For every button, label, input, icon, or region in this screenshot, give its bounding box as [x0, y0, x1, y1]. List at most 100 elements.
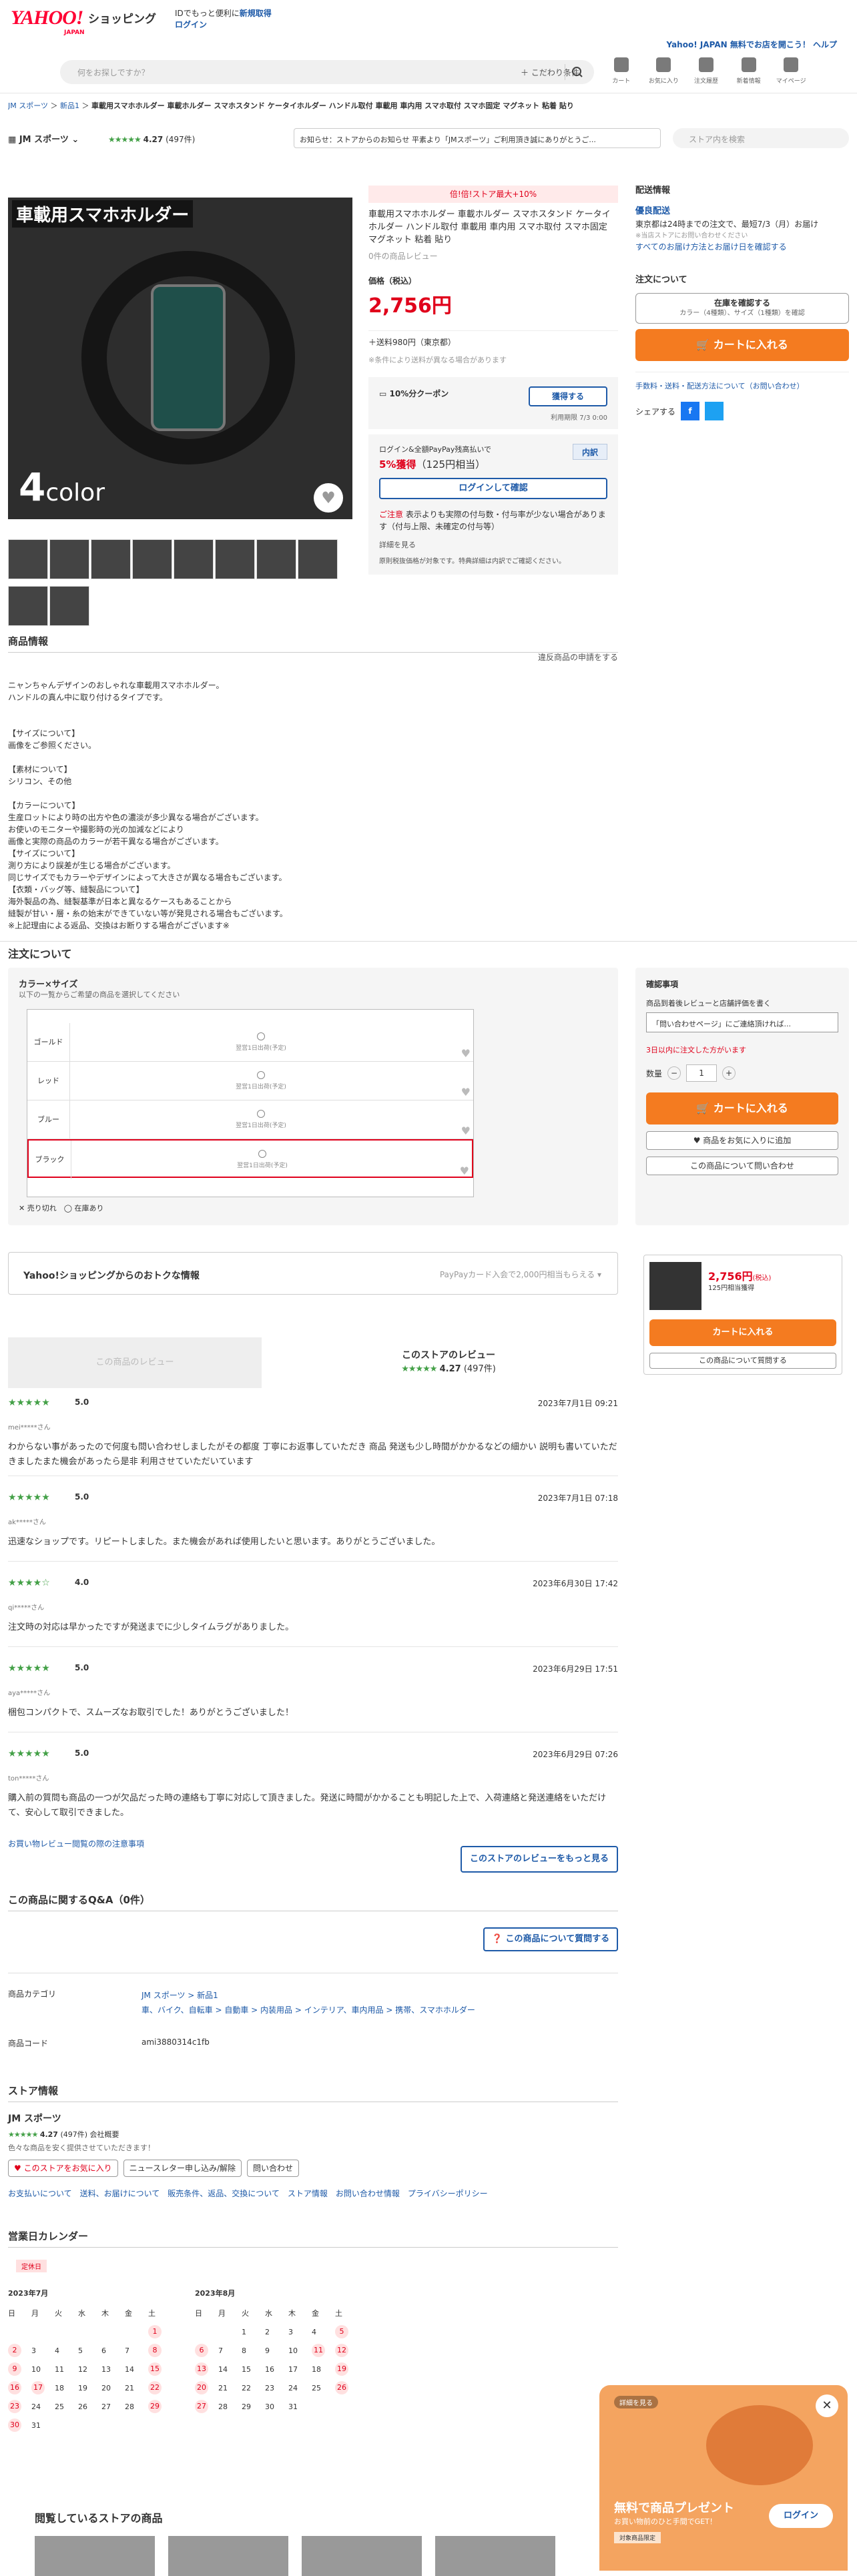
store-info-type[interactable]: 会社概要	[90, 2130, 119, 2139]
thumbnail[interactable]	[215, 539, 255, 579]
cart-nav[interactable]: カート	[606, 57, 637, 85]
thumbnail[interactable]	[8, 539, 48, 579]
points-detail-button[interactable]: 内訳	[573, 444, 607, 460]
variation-row[interactable]: レッド 翌営1日出荷(予定) ♥	[27, 1062, 473, 1100]
viewed-item[interactable]	[35, 2536, 155, 2576]
fee-link[interactable]: 手数料・送料・配送方法について（お問い合わせ）	[635, 372, 849, 391]
weekday: 月	[31, 2309, 39, 2318]
breadcrumb-category[interactable]: 新品1	[60, 101, 79, 110]
store-review-summary: このストアのレビュー ★★★★★ 4.27 (497件)	[288, 1348, 609, 1374]
share-label: シェアする	[635, 406, 676, 416]
thumbnail[interactable]	[298, 539, 338, 579]
mini-cart-button[interactable]: カートに入れる	[649, 1319, 836, 1346]
variation-row-selected[interactable]: ブラック 翌営1日出荷(予定) ♥	[27, 1139, 473, 1179]
viewed-item[interactable]	[302, 2536, 422, 2576]
add-favorite-button[interactable]: ♥ 商品をお気に入りに追加	[646, 1131, 838, 1150]
store-campaign-badge[interactable]: 倍!倍!ストア最大+10%	[368, 186, 618, 203]
product-review-count[interactable]: 0件の商品レビュー	[368, 250, 618, 262]
search-icon[interactable]	[565, 64, 589, 80]
category-link-1[interactable]: JM スポーツ > 新品1	[141, 1991, 218, 2000]
login-link[interactable]: ログイン	[175, 20, 207, 29]
heart-icon[interactable]: ♥	[460, 1165, 469, 1177]
thumbnail[interactable]	[132, 539, 172, 579]
heart-icon[interactable]: ♥	[461, 1047, 471, 1060]
search-bar[interactable]: 何をお探しですか？ ＋ こだわり条件	[60, 60, 594, 84]
header-right-link[interactable]: Yahoo! JAPAN 無料でお店を開こう！ ヘルプ	[667, 39, 838, 50]
store-name[interactable]: ▦ JM スポーツ ⌄	[8, 132, 79, 145]
viewed-item[interactable]	[168, 2536, 288, 2576]
thumbnail[interactable]	[49, 539, 89, 579]
history-nav[interactable]: 注文履歴	[691, 57, 722, 85]
store-notice[interactable]: お知らせ：ストアからのお知らせ 平素より「JMスポーツ」ご利用頂き誠にありがとう…	[294, 128, 661, 148]
review-notice-link[interactable]: お買い物レビュー閲覧の際の注意事項	[8, 1838, 144, 1849]
search-input[interactable]: 何をお探しですか？	[77, 67, 150, 78]
viewed-item[interactable]	[435, 2536, 555, 2576]
shipping-note: ※条件により送料が異なる場合があります	[368, 356, 507, 364]
signup-link[interactable]: 新規取得	[240, 9, 272, 18]
close-icon[interactable]: ✕	[816, 2394, 838, 2417]
get-coupon-button[interactable]: 獲得する	[529, 386, 607, 406]
cart-nav-label: カート	[612, 78, 631, 85]
review-score: 5.0	[75, 1748, 89, 1758]
quantity-input[interactable]: 1	[686, 1064, 718, 1082]
confirm-select[interactable]: 「問い合わせページ」にご連絡頂ければ...	[646, 1012, 838, 1032]
product-review-tab[interactable]: この商品のレビュー	[8, 1337, 262, 1388]
newsletter-button[interactable]: ニュースレター申し込み/解除	[123, 2160, 242, 2177]
store-info-name[interactable]: JM スポーツ	[8, 2112, 618, 2125]
radio-icon[interactable]	[258, 1150, 266, 1158]
heart-icon[interactable]: ♥	[461, 1124, 471, 1137]
store-search-input[interactable]: ストア内を検索	[673, 128, 849, 148]
check-stock-button[interactable]: 在庫を確認する カラー（4種類）、サイズ（1種類）を確認	[635, 293, 849, 324]
shopping-title[interactable]: ショッピング	[88, 9, 156, 26]
news-nav[interactable]: 新着情報	[734, 57, 764, 85]
yahoo-logo[interactable]: YAHOO!	[11, 7, 83, 29]
favorite-heart-icon[interactable]: ♥	[314, 483, 343, 513]
variation-row[interactable]: ゴールド 翌営1日出荷(予定) ♥	[27, 1023, 473, 1062]
thumbnail[interactable]	[256, 539, 296, 579]
store-info-value: 4.27	[39, 2130, 58, 2139]
mini-ask-button[interactable]: この商品について質問する	[649, 1353, 836, 1369]
category-link-2[interactable]: 車、バイク、自転車 > 自動車 > 内装用品 > インテリア、車内用品 > 携帯…	[141, 2005, 475, 2015]
more-reviews-button[interactable]: このストアのレビューをもっと見る	[461, 1846, 618, 1873]
favorite-nav[interactable]: お気に入り	[649, 57, 679, 85]
popup-login-button[interactable]: ログイン	[769, 2504, 833, 2528]
store-favorite-button[interactable]: ♥ このストアをお気に入り	[8, 2160, 118, 2177]
store-rating[interactable]: ★★★★★ 4.27 (497件)	[108, 133, 195, 145]
report-link[interactable]: 違反商品の申請をする	[538, 651, 618, 663]
product-title: 車載用スマホホルダー 車載ホルダー スマホスタンド ケータイホルダー ハンドル取…	[368, 210, 611, 245]
radio-icon[interactable]	[257, 1032, 265, 1040]
plus-button[interactable]: +	[722, 1066, 736, 1080]
points-detail-link[interactable]: 詳細を見る	[379, 539, 607, 550]
facebook-icon[interactable]: f	[681, 402, 700, 420]
deals-box[interactable]: Yahoo!ショッピングからのおトクな情報 PayPayカード入会で2,000円…	[8, 1252, 618, 1295]
heart-icon[interactable]: ♥	[461, 1086, 471, 1098]
breadcrumb-store[interactable]: JM スポーツ	[8, 101, 48, 110]
review-text: わからない事があったので何度も問い合わせしましたがその都度 丁寧にお返事していた…	[8, 1442, 617, 1467]
add-to-cart-label: カートに入れる	[713, 338, 788, 351]
minus-button[interactable]: −	[667, 1066, 681, 1080]
store-rating-count: (497件)	[166, 135, 196, 144]
store-contact-button[interactable]: 問い合わせ	[247, 2160, 300, 2177]
delivery-all-link[interactable]: すべてのお届け方法とお届け日を確認する	[635, 242, 787, 252]
mypage-nav[interactable]: マイページ	[776, 57, 806, 85]
ask-product-button[interactable]: この商品について問い合わせ	[646, 1157, 838, 1175]
thumbnail[interactable]	[91, 539, 131, 579]
login-confirm-button[interactable]: ログインして確認	[379, 478, 607, 499]
promo-popup[interactable]: 詳細を見る ✕ 無料で商品プレゼント お買い物前のひと手間でGET！ 対象商品限…	[599, 2385, 848, 2571]
radio-icon[interactable]	[257, 1071, 265, 1079]
add-to-cart-button-2[interactable]: 🛒 カートに入れる	[646, 1092, 838, 1124]
variation-row[interactable]: ブルー 翌営1日出荷(予定) ♥	[27, 1100, 473, 1139]
product-main-image[interactable]: 車載用スマホホルダー 4color ♥	[8, 198, 352, 519]
thumbnail[interactable]	[8, 586, 48, 626]
radio-icon[interactable]	[257, 1110, 265, 1118]
add-to-cart-button[interactable]: 🛒 カートに入れる	[635, 329, 849, 361]
popup-detail-tag[interactable]: 詳細を見る	[614, 2396, 658, 2408]
delivery-note: ※当店ストアにお問い合わせください	[635, 232, 748, 240]
twitter-icon[interactable]	[705, 402, 724, 420]
favorite-nav-label: お気に入り	[648, 78, 679, 85]
main-image-caption: 車載用スマホホルダー	[12, 200, 194, 228]
ask-question-button[interactable]: ❓ この商品について質問する	[483, 1927, 618, 1951]
store-policy-links[interactable]: お支払いについて 送料、お届けについて 販売条件、返品、交換について ストア情報…	[8, 2188, 618, 2199]
thumbnail[interactable]	[49, 586, 89, 626]
thumbnail[interactable]	[174, 539, 214, 579]
